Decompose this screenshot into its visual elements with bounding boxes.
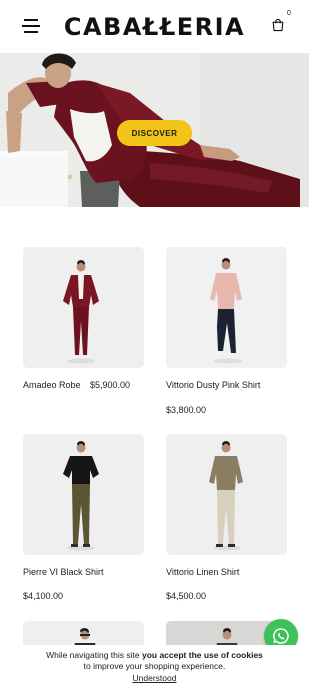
product-price: $4,100.00 bbox=[23, 591, 64, 601]
product-price: $4,500.00 bbox=[166, 591, 207, 601]
product-card[interactable]: Vittorio Dusty Pink Shirt $3,800.00 bbox=[166, 247, 287, 415]
product-card[interactable]: Pierre VI Black Shirt $4,100.00 bbox=[23, 434, 144, 601]
discover-button[interactable]: DISCOVER bbox=[117, 120, 192, 146]
product-price: $3,800.00 bbox=[166, 405, 207, 415]
cookie-text: While navigating this site bbox=[46, 650, 142, 660]
product-price: $5,900.00 bbox=[90, 380, 131, 390]
cookie-text-bold: you accept the use of cookies bbox=[141, 650, 263, 660]
whatsapp-icon bbox=[273, 628, 289, 644]
product-name[interactable]: Vittorio Linen Shirt bbox=[166, 567, 239, 577]
product-name[interactable]: Pierre VI Black Shirt bbox=[23, 567, 104, 577]
product-name[interactable]: Amadeo Robe bbox=[23, 380, 81, 390]
site-header: CABAŁŁERIA 0 bbox=[0, 0, 309, 52]
hero-banner[interactable]: DISCOVER bbox=[0, 53, 309, 207]
cart-count-badge: 0 bbox=[287, 10, 291, 17]
site-logo[interactable]: CABAŁŁERIA bbox=[0, 13, 309, 41]
product-card[interactable]: Amadeo Robe $5,900.00 bbox=[23, 247, 144, 390]
product-image[interactable] bbox=[166, 434, 287, 555]
product-name[interactable]: Vittorio Dusty Pink Shirt bbox=[166, 380, 260, 390]
product-image[interactable] bbox=[166, 247, 287, 368]
cookie-banner: While navigating this site you accept th… bbox=[0, 645, 309, 693]
shopping-bag-icon[interactable] bbox=[271, 18, 285, 32]
cookie-message-line2: to improve your shopping experience. bbox=[83, 661, 226, 671]
cookie-message: While navigating this site you accept th… bbox=[0, 650, 309, 661]
understood-button[interactable]: Understood bbox=[133, 673, 177, 684]
product-image[interactable] bbox=[23, 247, 144, 368]
product-image[interactable] bbox=[23, 434, 144, 555]
product-card[interactable]: Vittorio Linen Shirt $4,500.00 bbox=[166, 434, 287, 601]
